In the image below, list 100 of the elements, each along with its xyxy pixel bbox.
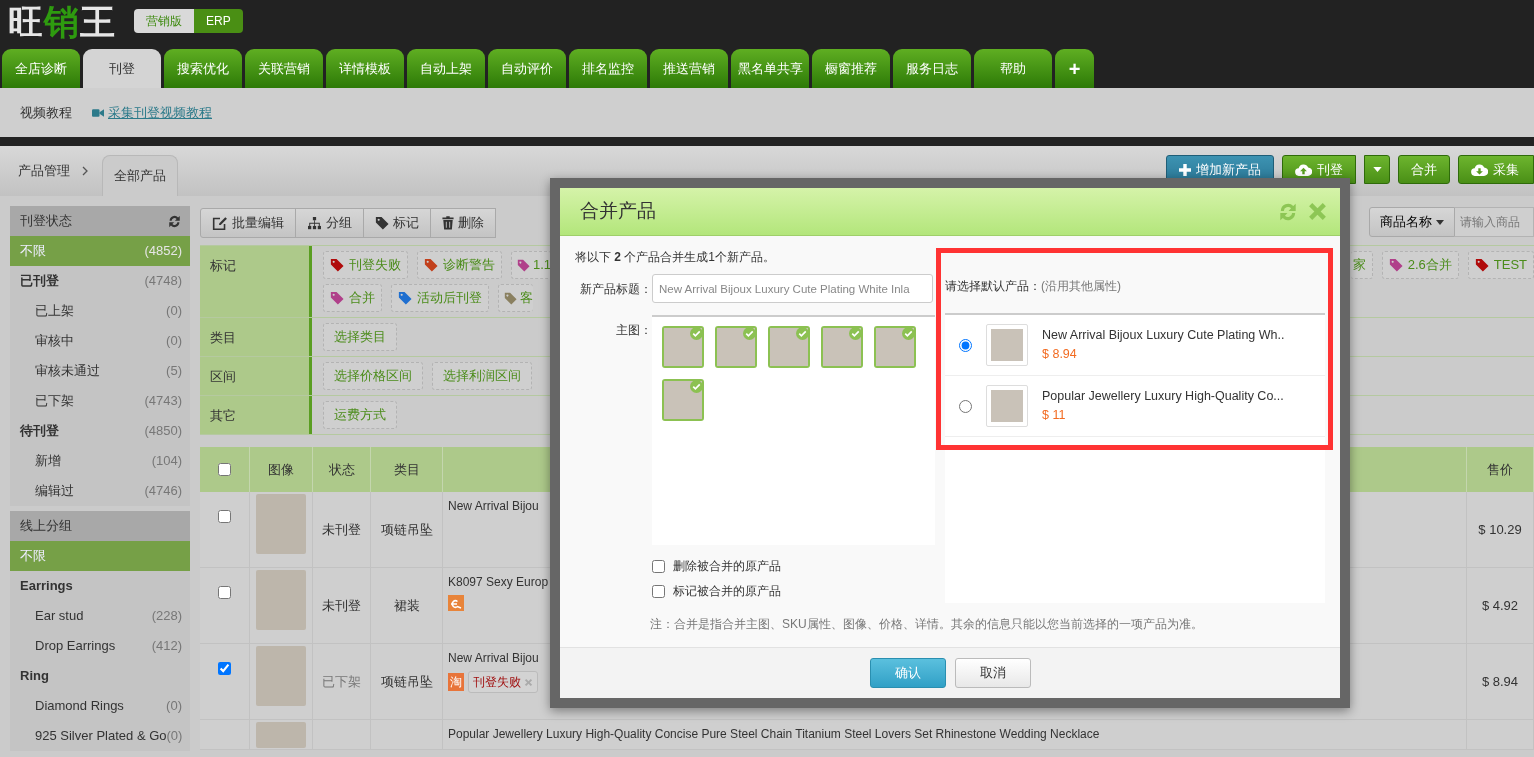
nav-tab[interactable]: 排名监控 [569, 49, 647, 88]
tag-filter[interactable]: 诊断警告 [417, 251, 502, 279]
row-checkbox[interactable] [218, 586, 231, 599]
filter-option[interactable]: 运费方式 [323, 401, 397, 429]
sidebar-item[interactable]: 待刊登 (4850) [10, 416, 190, 446]
cloud-upload-icon [1295, 163, 1312, 176]
title-field[interactable]: New Arrival Bijoux Luxury Cute Plating White Inla [652, 274, 933, 303]
sidebar-item[interactable]: 925 Silver Plated & Go(0) [10, 721, 190, 751]
add-tab[interactable]: + [1055, 49, 1094, 88]
nav-tab[interactable]: 橱窗推荐 [812, 49, 890, 88]
sidebar-item[interactable]: Ear stud (228) [10, 601, 190, 631]
nav-tab[interactable]: 刊登 [83, 49, 161, 88]
sidebar-item[interactable]: Diamond Rings (0) [10, 691, 190, 721]
sidebar-item[interactable]: 不限 (4852) [10, 236, 190, 266]
tag-filter[interactable]: 客 [498, 284, 533, 312]
sidebar-item[interactable]: 审核未通过 (5) [10, 356, 190, 386]
edit-icon [212, 215, 228, 231]
photo-placeholder [256, 570, 306, 630]
sidebar-item[interactable]: Ring [10, 661, 190, 691]
product-title: New Arrival Bijoux Luxury Cute Plating Wh.. [1042, 327, 1285, 345]
merge-button[interactable]: 合并 [1398, 155, 1450, 184]
cancel-button[interactable]: 取消 [954, 658, 1031, 688]
row-checkbox[interactable] [218, 510, 231, 523]
filter-label: 类目 [200, 318, 312, 356]
tag-filter[interactable]: TEST [1467, 251, 1534, 279]
caret-icon [1372, 167, 1382, 172]
image-thumbnail[interactable] [662, 379, 704, 421]
sidebar-item[interactable]: 已上架 (0) [10, 296, 190, 326]
radio-button[interactable] [959, 399, 972, 413]
filter-option[interactable]: 选择利润区间 [432, 362, 532, 390]
search-type-dropdown[interactable]: 商品名称 [1369, 207, 1455, 237]
tag-filter[interactable]: 1.1 [511, 251, 552, 279]
row-checkbox[interactable] [218, 662, 231, 675]
field-label: 新产品标题： [579, 280, 652, 298]
edition-toggle[interactable]: ERP [194, 9, 243, 33]
image-thumbnail[interactable] [874, 326, 916, 368]
sidebar-item[interactable]: Drop Earrings (412) [10, 631, 190, 661]
photo-placeholder [770, 328, 808, 366]
table-cell: $ 8.94 [1467, 644, 1534, 720]
refresh-icon[interactable] [167, 213, 182, 229]
image-thumbnail[interactable] [821, 326, 863, 368]
confirm-button[interactable]: 确认 [869, 658, 946, 688]
sidebar-item[interactable]: 新增 (104) [10, 446, 190, 476]
sidebar-item[interactable]: 编辑过 (4746) [10, 476, 190, 506]
price-text: $ 8.94 [1042, 346, 1078, 363]
nav-tab[interactable]: 搜索优化 [164, 49, 242, 88]
toolbar-button[interactable]: 分组 [295, 208, 364, 238]
checkbox[interactable] [652, 584, 665, 598]
toolbar-button[interactable]: 删除 [430, 208, 496, 238]
nav-tab[interactable]: 关联营销 [245, 49, 323, 88]
sidebar-item[interactable]: 审核中 (0) [10, 326, 190, 356]
table-cell: 裙装 [371, 568, 443, 644]
image-thumbnail[interactable] [715, 326, 757, 368]
logo-character: 旺 [8, 1, 44, 43]
filter-option[interactable]: 选择价格区间 [323, 362, 423, 390]
image-thumbnail[interactable] [768, 326, 810, 368]
table-cell: 未刊登 [313, 492, 371, 568]
toolbar-button[interactable]: 标记 [363, 208, 431, 238]
sidebar-item[interactable]: 已下架 (4743) [10, 386, 190, 416]
checkbox[interactable] [652, 559, 665, 573]
checkbox-label: 删除被合并的原产品 [673, 558, 781, 575]
filter-label: 其它 [200, 396, 312, 434]
sidebar-item[interactable]: 不限 [10, 541, 190, 571]
sidebar-item[interactable]: Earrings [10, 571, 190, 601]
photo-placeholder [256, 646, 306, 706]
nav-tab[interactable]: 帮助 [974, 49, 1052, 88]
tag-filter[interactable]: 2.6合并 [1381, 251, 1459, 279]
sidebar-item[interactable]: 已刊登 (4748) [10, 266, 190, 296]
product-option[interactable]: New Arrival Bijoux Luxury Cute Plating Wh.. $ 8.94 [945, 315, 1325, 376]
toolbar-button[interactable]: 批量编辑 [200, 208, 296, 238]
nav-tab[interactable]: 自动上架 [407, 49, 485, 88]
radio-button[interactable] [959, 338, 972, 352]
product-title: New Arrival Bijou [448, 650, 539, 667]
tag-filter[interactable]: 合并 [323, 284, 382, 312]
current-tab[interactable]: 全部产品 [102, 155, 178, 196]
nav-tab[interactable]: 自动评价 [488, 49, 566, 88]
nav-tab[interactable]: 详情模板 [326, 49, 404, 88]
tag-filter[interactable]: 刊登失败 [323, 251, 408, 279]
image-thumbnail[interactable] [662, 326, 704, 368]
column-header: 售价 [1467, 447, 1534, 492]
video-tutorial-link[interactable]: 采集刊登视频教程 [92, 102, 212, 123]
nav-tab[interactable]: 推送营销 [650, 49, 728, 88]
dropdown-toggle-button[interactable] [1364, 155, 1390, 184]
search-field[interactable]: 请输入商品 [1455, 207, 1534, 237]
edition-toggle[interactable]: 营销版 [134, 9, 194, 33]
select-all-checkbox[interactable] [218, 463, 231, 476]
photo-placeholder [664, 328, 702, 366]
nav-tab[interactable]: 黑名单共享 [731, 49, 809, 88]
video-camera-icon [92, 107, 104, 118]
tutorial-label: 视频教程 [20, 103, 72, 122]
product-title: Popular Jewellery Luxury High-Quality Co... [1042, 388, 1284, 406]
filter-option[interactable]: 选择类目 [323, 323, 397, 351]
filter-option[interactable]: 家 [1350, 251, 1373, 279]
product-option[interactable]: Popular Jewellery Luxury High-Quality Co... $ 11 [945, 376, 1325, 437]
breadcrumb-link[interactable]: 产品管理 [18, 161, 70, 181]
collect-button[interactable]: 采集 [1458, 155, 1534, 184]
intro-text: 将以下 2 个产品合并生成1个新产品。 [575, 249, 777, 266]
nav-tab[interactable]: 全店诊断 [2, 49, 80, 88]
nav-tab[interactable]: 服务日志 [893, 49, 971, 88]
tag-filter[interactable]: 活动后刊登 [391, 284, 489, 312]
